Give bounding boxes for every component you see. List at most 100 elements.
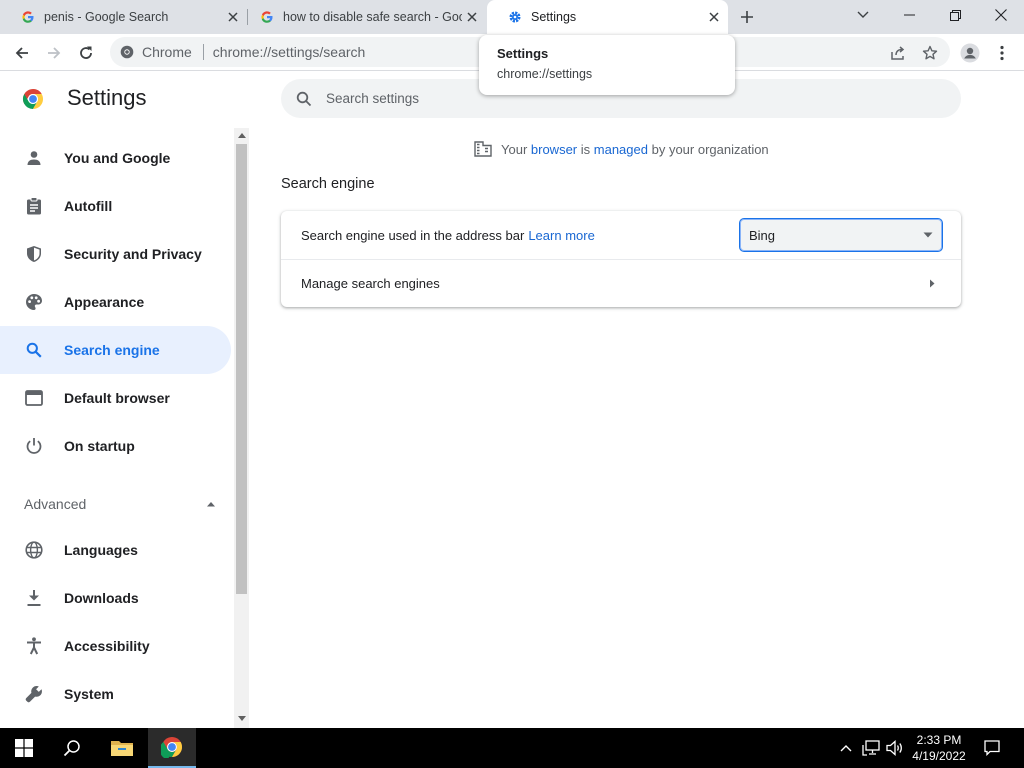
minimize-button[interactable] bbox=[886, 0, 932, 30]
tab-settings[interactable]: Settings bbox=[487, 0, 728, 34]
managed-prefix: Your bbox=[501, 141, 531, 157]
chrome-taskbar-button[interactable] bbox=[148, 728, 196, 768]
new-tab-button[interactable] bbox=[737, 7, 757, 27]
speaker-icon bbox=[886, 740, 902, 756]
menu-button[interactable] bbox=[988, 39, 1016, 67]
sidebar-item-label: Default browser bbox=[64, 390, 170, 406]
back-button[interactable] bbox=[8, 39, 36, 67]
clock-time: 2:33 PM bbox=[916, 733, 962, 747]
learn-more-link[interactable]: Learn more bbox=[528, 228, 594, 243]
plus-icon bbox=[741, 11, 753, 23]
managed-notice: Your browser is managed by your organiza… bbox=[473, 139, 769, 159]
show-hidden-icons-button[interactable] bbox=[836, 728, 856, 768]
sidebar-item-languages[interactable]: Languages bbox=[0, 526, 231, 574]
close-icon bbox=[995, 9, 1007, 21]
security-chip-label[interactable]: Chrome bbox=[142, 44, 192, 60]
scroll-up-arrow-icon[interactable] bbox=[238, 133, 246, 138]
caret-down-icon bbox=[923, 232, 933, 238]
minimize-icon bbox=[903, 14, 915, 16]
sidebar-item-label: You and Google bbox=[64, 150, 171, 166]
gear-icon bbox=[507, 9, 523, 25]
accessibility-icon bbox=[24, 636, 44, 656]
taskbar-clock[interactable]: 2:33 PM 4/19/2022 bbox=[910, 732, 968, 764]
tab-google-search-2[interactable]: how to disable safe search - Google Sear… bbox=[239, 0, 486, 34]
sidebar-item-security-and-privacy[interactable]: Security and Privacy bbox=[0, 230, 231, 278]
network-button[interactable] bbox=[860, 728, 882, 768]
sidebar-item-you-and-google[interactable]: You and Google bbox=[0, 134, 231, 182]
advanced-toggle[interactable]: Advanced bbox=[24, 494, 216, 514]
address-bar-engine-label: Search engine used in the address bar bbox=[301, 227, 525, 243]
clock-date: 4/19/2022 bbox=[912, 749, 966, 763]
tab-hover-card: Settings chrome://settings bbox=[479, 35, 735, 95]
managed-middle: is bbox=[577, 141, 594, 157]
restore-button[interactable] bbox=[932, 0, 978, 30]
sidebar-item-label: Autofill bbox=[64, 198, 113, 214]
browser-link[interactable]: browser bbox=[531, 142, 577, 157]
sidebar-item-search-engine[interactable]: Search engine bbox=[0, 326, 231, 374]
address-bar-engine-row: Search engine used in the address bar Le… bbox=[281, 211, 961, 259]
start-button[interactable] bbox=[0, 728, 48, 768]
chrome-logo-icon bbox=[22, 88, 44, 110]
share-button[interactable] bbox=[884, 39, 912, 67]
sidebar-item-system[interactable]: System bbox=[0, 670, 231, 718]
sidebar-item-accessibility[interactable]: Accessibility bbox=[0, 622, 231, 670]
sidebar-item-label: Accessibility bbox=[64, 638, 150, 654]
managed-link[interactable]: managed bbox=[594, 142, 648, 157]
manage-search-engines-label: Manage search engines bbox=[301, 275, 440, 291]
windows-taskbar: 2:33 PM 4/19/2022 bbox=[0, 728, 1024, 768]
arrow-right-icon bbox=[926, 277, 938, 289]
search-engine-select[interactable]: Bing bbox=[739, 218, 943, 252]
google-icon bbox=[20, 9, 36, 25]
file-explorer-button[interactable] bbox=[98, 728, 146, 768]
sidebar-item-appearance[interactable]: Appearance bbox=[0, 278, 231, 326]
search-icon bbox=[24, 340, 44, 360]
close-window-button[interactable] bbox=[978, 0, 1024, 30]
chrome-icon bbox=[120, 45, 134, 59]
page-title: Settings bbox=[67, 85, 147, 110]
power-icon bbox=[24, 436, 44, 456]
avatar-icon bbox=[960, 43, 980, 63]
reload-button[interactable] bbox=[72, 39, 100, 67]
volume-button[interactable] bbox=[884, 728, 906, 768]
download-icon bbox=[24, 588, 44, 608]
managed-suffix: by your organization bbox=[647, 141, 769, 157]
bookmark-button[interactable] bbox=[916, 39, 944, 67]
globe-icon bbox=[24, 540, 44, 560]
windows-logo-icon bbox=[15, 739, 33, 757]
building-icon bbox=[473, 139, 493, 159]
star-icon bbox=[922, 45, 938, 60]
arrow-left-icon bbox=[15, 47, 28, 59]
sidebar-item-label: Languages bbox=[64, 542, 138, 558]
reload-icon bbox=[80, 46, 92, 59]
forward-button[interactable] bbox=[40, 39, 68, 67]
tab-google-search-1[interactable]: penis - Google Search bbox=[0, 0, 247, 34]
selected-engine: Bing bbox=[749, 227, 776, 243]
close-icon[interactable] bbox=[704, 7, 724, 27]
omnibox-divider bbox=[202, 44, 204, 60]
folder-icon bbox=[111, 741, 133, 756]
sidebar-item-default-browser[interactable]: Default browser bbox=[0, 374, 231, 422]
advanced-label: Advanced bbox=[24, 496, 87, 512]
sidebar-item-autofill[interactable]: Autofill bbox=[0, 182, 231, 230]
tab-strip: penis - Google Search how to disable saf… bbox=[0, 0, 1024, 34]
sidebar-item-label: Downloads bbox=[64, 590, 139, 606]
arrow-right-icon bbox=[48, 47, 61, 59]
tab-title: Settings bbox=[531, 10, 577, 24]
action-center-button[interactable] bbox=[978, 728, 1006, 768]
taskbar-search-button[interactable] bbox=[48, 728, 96, 768]
search-engine-card: Search engine used in the address bar Le… bbox=[281, 211, 961, 307]
sidebar-item-on-startup[interactable]: On startup bbox=[0, 422, 231, 470]
manage-search-engines-row[interactable]: Manage search engines bbox=[281, 259, 961, 307]
url-text[interactable]: chrome://settings/search bbox=[213, 44, 366, 60]
restore-icon bbox=[949, 9, 961, 21]
scroll-down-arrow-icon[interactable] bbox=[238, 716, 246, 721]
sidebar-item-downloads[interactable]: Downloads bbox=[0, 574, 231, 622]
sidebar-scrollbar[interactable] bbox=[234, 128, 249, 728]
scrollbar-thumb[interactable] bbox=[236, 144, 247, 594]
profile-button[interactable] bbox=[956, 39, 984, 67]
search-icon bbox=[63, 740, 80, 757]
clipboard-icon bbox=[24, 196, 44, 216]
kebab-menu-icon bbox=[1000, 45, 1004, 61]
close-icon[interactable] bbox=[462, 7, 482, 27]
tab-search-button[interactable] bbox=[840, 0, 886, 30]
